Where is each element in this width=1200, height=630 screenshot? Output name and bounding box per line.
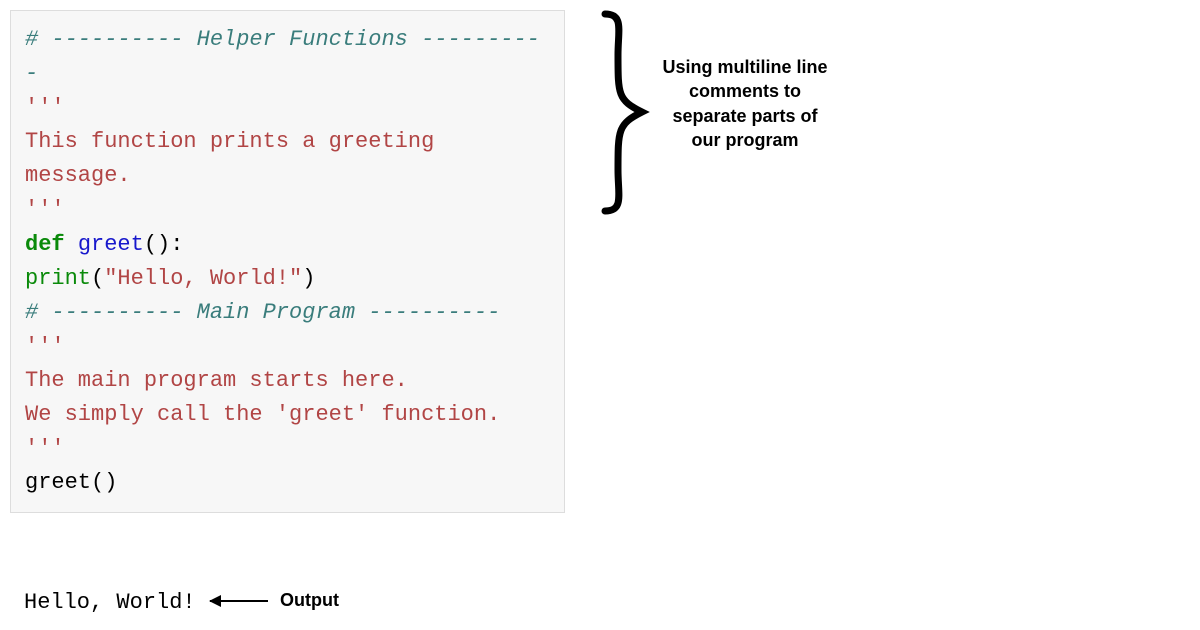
- paren-close: ): [302, 266, 315, 291]
- output-label: Output: [280, 590, 339, 611]
- docstring-delim: ''': [25, 197, 65, 222]
- function-call: greet: [25, 470, 91, 495]
- annotation-text: Using multiline line comments to separat…: [660, 55, 830, 152]
- docstring-delim: ''': [25, 436, 65, 461]
- docstring-text: The main program starts here.: [25, 368, 408, 393]
- string-literal: "Hello, World!": [104, 266, 302, 291]
- output-text: Hello, World!: [24, 590, 196, 615]
- docstring-text: We simply call the 'greet' function.: [25, 402, 500, 427]
- docstring-delim: ''': [25, 95, 65, 120]
- arrow-left-icon: [210, 600, 268, 602]
- function-name: greet: [78, 232, 144, 257]
- paren-open: (: [91, 266, 104, 291]
- parens: ():: [144, 232, 184, 257]
- curly-brace-icon: [590, 10, 650, 215]
- builtin-print: print: [25, 266, 91, 291]
- keyword-def: def: [25, 232, 65, 257]
- docstring-delim: ''': [25, 334, 65, 359]
- parens: (): [91, 470, 117, 495]
- docstring-text: This function prints a greeting message.: [25, 129, 434, 188]
- section-comment: # ---------- Helper Functions ----------: [25, 27, 540, 86]
- section-comment: # ---------- Main Program ----------: [25, 300, 500, 325]
- code-block: # ---------- Helper Functions ----------…: [10, 10, 565, 513]
